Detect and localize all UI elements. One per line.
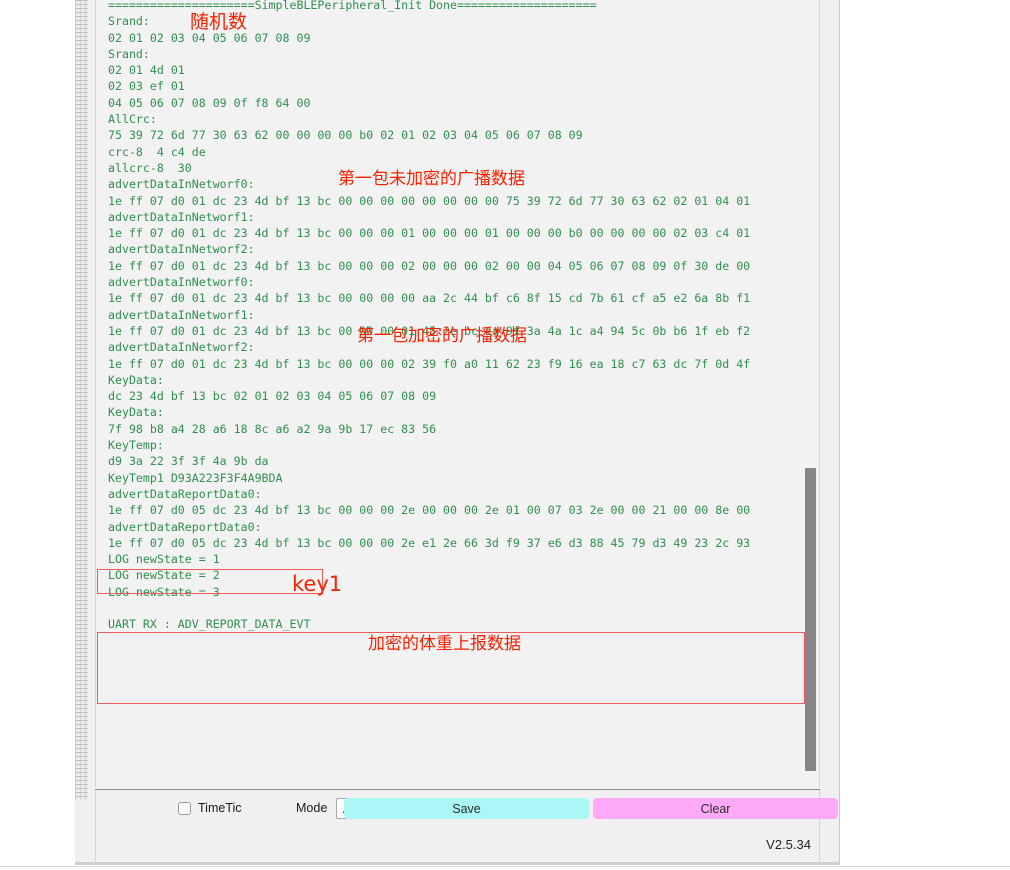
mode-label: Mode (296, 801, 328, 815)
log-scrollbar-thumb[interactable] (805, 468, 816, 771)
screen-root: =====================SimpleBLEPeripheral… (0, 0, 1010, 870)
timetic-label: TimeTic (198, 801, 242, 815)
timetic-checkbox[interactable] (178, 801, 191, 815)
window-left-gutter (75, 0, 88, 800)
window-bottom-edge (75, 862, 840, 865)
version-label: V2.5.34 (766, 837, 811, 852)
timetic-checkbox-group[interactable]: TimeTic (178, 801, 242, 815)
clear-button[interactable]: Clear (593, 798, 838, 819)
log-scrollbar-track[interactable] (803, 0, 818, 787)
log-output-text: =====================SimpleBLEPeripheral… (108, 0, 751, 632)
log-output-area[interactable]: =====================SimpleBLEPeripheral… (95, 0, 820, 787)
serial-terminal-window: =====================SimpleBLEPeripheral… (75, 0, 840, 863)
save-button[interactable]: Save (344, 798, 589, 819)
bottom-toolbar: TimeTic Mode ASCII Save Clear (95, 790, 838, 828)
status-bar: V2.5.34 (95, 828, 820, 862)
page-bottom-rule (0, 866, 1010, 867)
